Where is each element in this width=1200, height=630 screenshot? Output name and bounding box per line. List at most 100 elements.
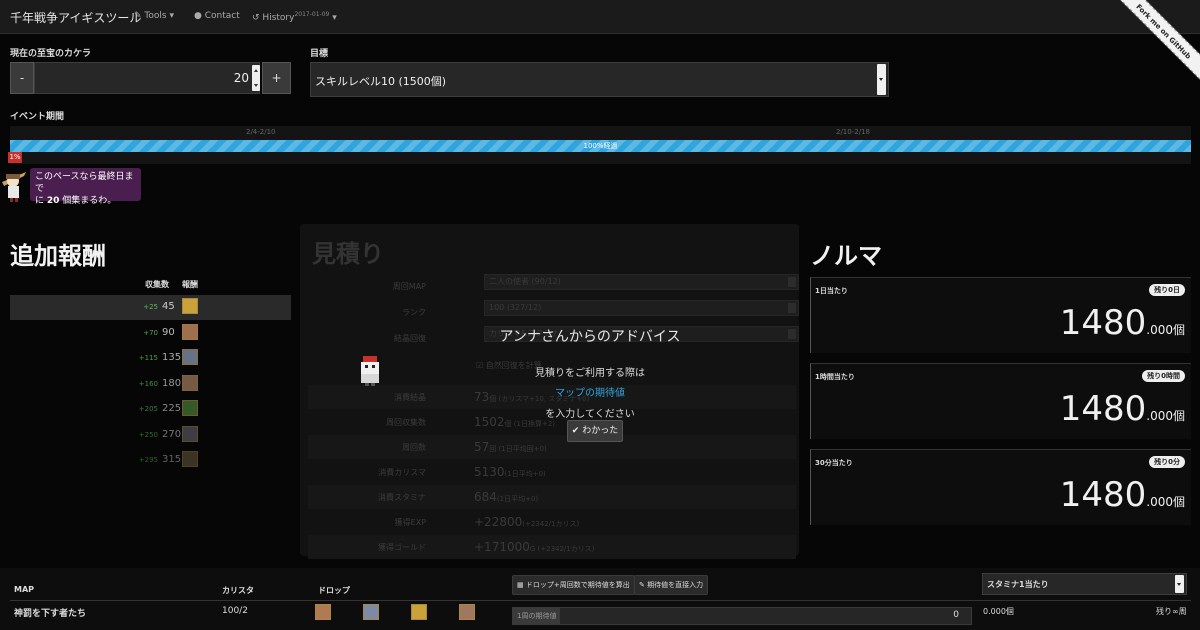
- row-remaining: 残り∞周: [1156, 607, 1187, 616]
- row-per-stamina: 0.000個: [983, 607, 1014, 616]
- estimate-value-number: 5130: [474, 465, 505, 479]
- kakera-input[interactable]: 20: [34, 62, 260, 94]
- advice-line-1: 見積りをご利用する際は: [535, 368, 645, 379]
- direct-input-button[interactable]: ✎ 期待値を直接入力: [634, 575, 709, 595]
- estimate-map-row: 周回MAP 二人の使者 (90/12): [308, 274, 799, 298]
- spin-arrows-icon[interactable]: [252, 65, 260, 91]
- expected-value-link[interactable]: マップの期待値: [480, 384, 700, 399]
- reward-count: 225: [162, 403, 182, 414]
- rewards-col-reward: 報酬: [182, 280, 198, 289]
- estimate-row-label: 周回数: [402, 443, 426, 452]
- map-select[interactable]: 二人の使者 (90/12): [484, 274, 799, 290]
- advice-title: アンナさんからのアドバイス: [499, 329, 681, 345]
- estimate-value-number: 684: [474, 490, 497, 504]
- decrement-button[interactable]: -: [10, 62, 34, 94]
- contact-link[interactable]: ● Contact: [194, 11, 240, 21]
- calculator-icon: ▦: [517, 581, 524, 589]
- estimate-row-label: 消費結晶: [394, 393, 426, 402]
- wrench-icon: ✎: [134, 11, 142, 21]
- contact-label: Contact: [204, 11, 240, 21]
- bubble-pre: に: [35, 196, 47, 206]
- understood-button[interactable]: ✔ わかった: [567, 420, 623, 442]
- quota-decimal: .000個: [1146, 323, 1185, 337]
- reward-delta: +160: [138, 379, 158, 388]
- drop-unit-icon: [411, 604, 427, 620]
- history-label: History: [262, 13, 295, 23]
- expected-value-input[interactable]: 1周の期待値 0: [512, 607, 972, 625]
- estimate-value-note: 個 (1日換算+2): [504, 420, 556, 428]
- chevron-down-icon: [1175, 575, 1184, 593]
- quota-value: 1480.000個: [1060, 303, 1185, 343]
- expected-value: 0: [953, 610, 959, 620]
- reward-count: 135: [162, 352, 182, 363]
- rewards-col-count: 収集数: [145, 280, 169, 289]
- col-map: MAP: [14, 585, 35, 594]
- github-ribbon-label[interactable]: Fork me on GitHub: [1120, 0, 1200, 80]
- col-drop: ドロップ: [318, 586, 350, 595]
- reward-count: 315: [162, 454, 182, 465]
- caret-down-icon: ▾: [332, 13, 337, 23]
- estimate-row: 獲得ゴールド +171000G (+2342/1カリス): [308, 535, 796, 559]
- estimate-value-number: +171000: [474, 540, 530, 554]
- rewards-title: 追加報酬: [10, 242, 106, 270]
- brand-title[interactable]: 千年戦争アイギスツール: [10, 9, 141, 26]
- sort-select[interactable]: スタミナ1当たり: [982, 573, 1187, 595]
- target-select[interactable]: スキルレベル10 (1500個): [310, 62, 889, 97]
- estimate-value-note: (1日平均+0): [504, 470, 546, 478]
- quota-title: ノルマ: [810, 242, 882, 270]
- estimate-value-note: G (+2342/1カリス): [529, 545, 595, 553]
- target-label: 目標: [310, 49, 329, 59]
- reward-row[interactable]: +25 45: [10, 295, 291, 320]
- estimate-row-label: 周回収集数: [386, 418, 426, 427]
- kakera-label: 現在の至宝のカケラ: [10, 49, 92, 59]
- understood-label: わかった: [582, 426, 619, 436]
- reward-row[interactable]: +205 225: [10, 397, 291, 422]
- quota-card: 1日当たり 残り0日 1480.000個: [810, 277, 1191, 353]
- reward-row[interactable]: +250 270: [10, 423, 291, 448]
- reward-row[interactable]: +70 90: [10, 321, 291, 346]
- estimate-row-value: 57回 (1日平均回+0): [474, 440, 547, 454]
- tools-menu[interactable]: ✎ Tools ▾: [134, 11, 174, 21]
- estimate-row: 獲得EXP +22800(+2342/1カリス): [308, 510, 796, 534]
- estimate-row: 消費スタミナ 684(1日平均+0): [308, 485, 796, 509]
- quota-label: 1時間当たり: [815, 373, 855, 381]
- increment-button[interactable]: +: [262, 62, 291, 94]
- quota-value: 1480.000個: [1060, 475, 1185, 515]
- estimate-value-note: (1日平均+0): [496, 495, 539, 503]
- reward-count: 45: [162, 301, 175, 312]
- row-charisma: 100/2: [222, 606, 248, 616]
- reward-row[interactable]: +115 135: [10, 346, 291, 371]
- reward-count: 90: [162, 326, 175, 338]
- rank-select[interactable]: 100 (327/12): [484, 300, 799, 316]
- estimate-row-value: +22800(+2342/1カリス): [474, 515, 579, 529]
- reward-delta: +295: [138, 456, 158, 464]
- anna-character-icon: [361, 356, 379, 386]
- reward-delta: +70: [143, 328, 158, 337]
- estimate-rank-row: ランク 100 (327/12): [308, 300, 799, 324]
- remaining-badge: 残り0時間: [1142, 370, 1185, 382]
- user-icon: ●: [194, 11, 202, 21]
- estimate-row-label: 消費カリスマ: [378, 468, 426, 477]
- remaining-badge: 残り0分: [1149, 456, 1185, 468]
- expected-value-addon: 1周の期待値: [513, 608, 561, 624]
- navbar: 千年戦争アイギスツール ✎ Tools ▾ ● Contact ↺ Histor…: [0, 0, 1200, 80]
- target-value: スキルレベル10 (1500個): [315, 75, 447, 88]
- tools-label: Tools: [144, 11, 167, 21]
- estimate-title: 見積り: [312, 240, 384, 268]
- reward-count: 270: [162, 428, 182, 440]
- drop-unit-icon: [459, 604, 475, 620]
- reward-row[interactable]: +160 180: [10, 372, 291, 397]
- col-charisma: カリスタ: [222, 586, 254, 595]
- quota-number: 1480: [1059, 389, 1147, 429]
- quota-card: 1時間当たり 残り0時間 1480.000個: [810, 363, 1191, 439]
- phase-1-label: 2/4-2/10: [246, 128, 276, 136]
- reward-delta: +205: [138, 405, 158, 413]
- github-ribbon[interactable]: Fork me on GitHub: [1120, 0, 1200, 80]
- history-menu[interactable]: ↺ History2017-01-09 ▾: [252, 11, 337, 23]
- percent-badge: 1%: [8, 152, 22, 163]
- calc-expected-button[interactable]: ▦ ドロップ+周回数で期待値を算出: [512, 575, 635, 595]
- reward-row[interactable]: +295 315: [10, 448, 291, 473]
- progress-bar: 100%経過: [10, 140, 1191, 152]
- event-period-label: イベント期間: [10, 112, 65, 122]
- estimate-row: 周回数 57回 (1日平均回+0): [308, 435, 796, 459]
